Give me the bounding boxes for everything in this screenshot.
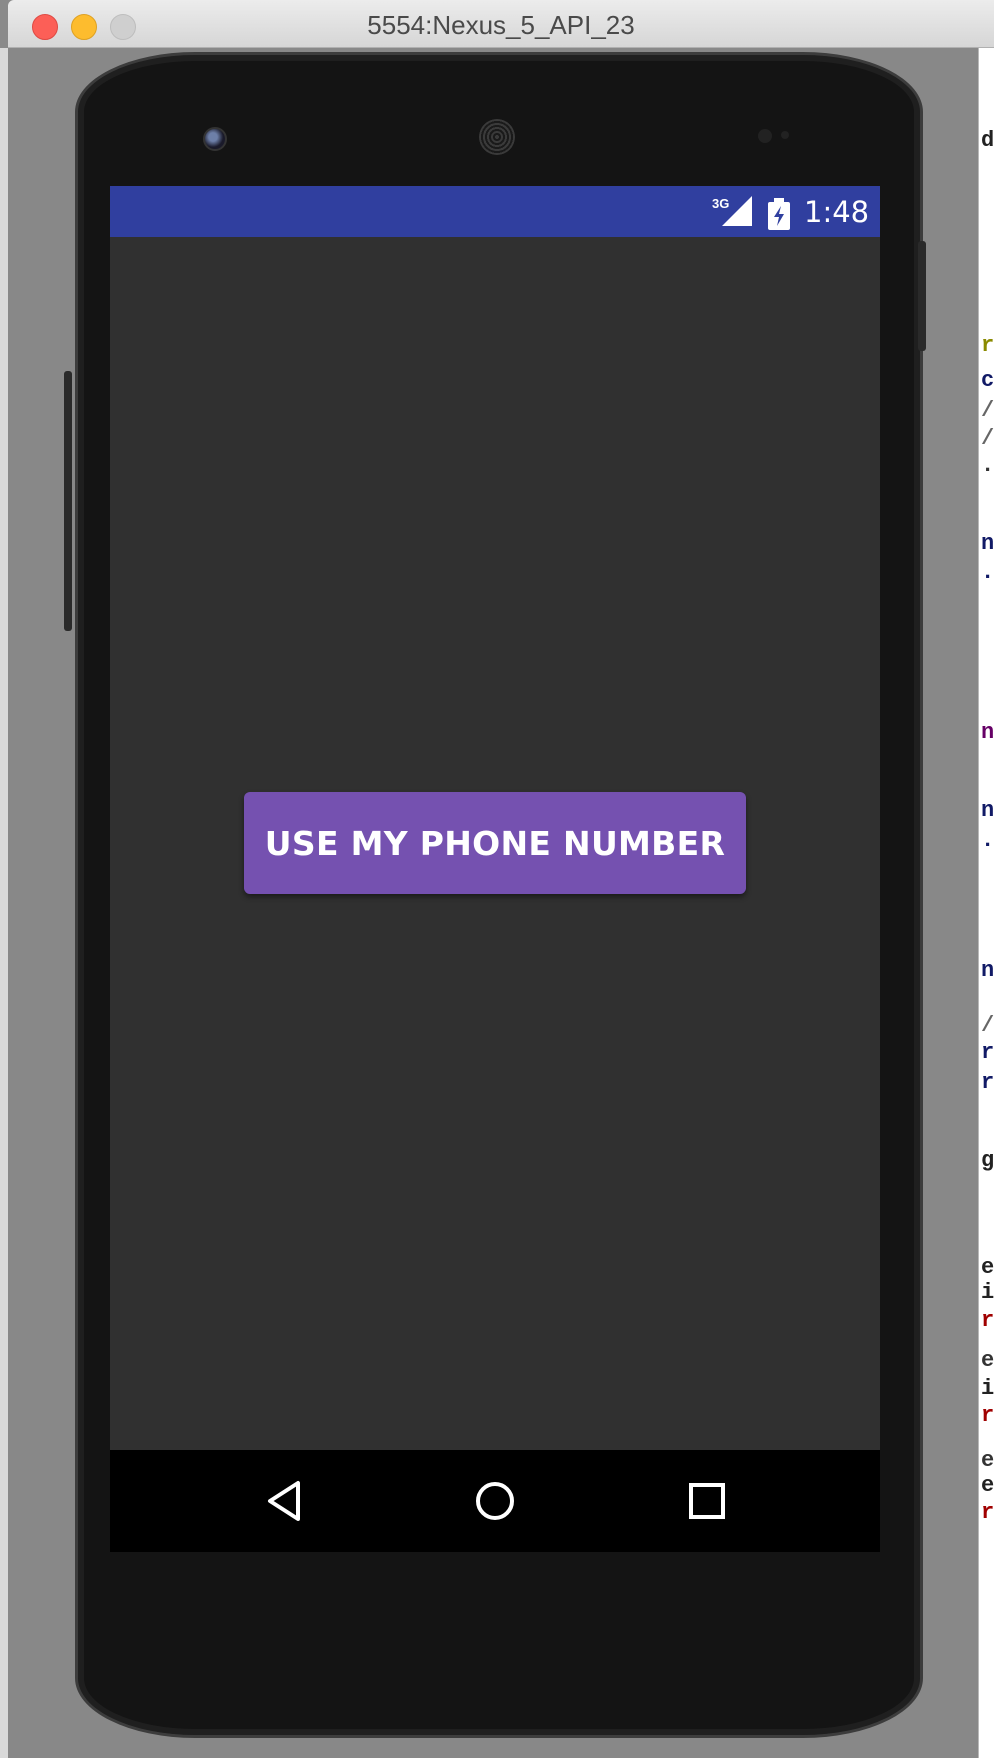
signal-strength-icon <box>722 196 752 226</box>
ide-left-edge <box>0 48 8 1758</box>
code-line: r <box>981 333 994 358</box>
code-line: nF <box>981 720 994 745</box>
code-editor-glimpse: drc//.cnt.fnFnt.fnt/ririgerirfe_irfe_err… <box>978 48 994 1758</box>
code-line: nt <box>981 958 994 983</box>
device-screen: 3G 1:48 USE MY PHONE NUMBER <box>110 186 880 1552</box>
code-line: .c <box>981 453 994 478</box>
code-line: er <box>981 1255 994 1280</box>
proximity-sensor-icon <box>758 129 772 143</box>
code-line: i <box>981 1280 994 1305</box>
navigation-bar <box>110 1450 880 1552</box>
recents-icon[interactable] <box>682 1476 732 1526</box>
code-line: ri <box>981 1070 994 1095</box>
code-line: .f <box>981 560 994 585</box>
power-button <box>918 241 926 351</box>
home-icon[interactable] <box>470 1476 520 1526</box>
battery-charging-icon <box>768 198 790 230</box>
code-line: ri <box>981 1040 994 1065</box>
code-line: er <box>981 1473 994 1498</box>
front-camera-icon <box>203 127 227 151</box>
use-my-phone-number-button[interactable]: USE MY PHONE NUMBER <box>244 792 746 894</box>
code-line: e_ <box>981 1348 994 1373</box>
code-line: / <box>981 398 994 423</box>
code-line: i <box>981 1376 994 1401</box>
code-line: g <box>981 1148 994 1173</box>
status-bar: 3G 1:48 <box>110 186 880 237</box>
speaker-icon <box>479 119 515 155</box>
code-line: nt <box>981 531 994 556</box>
code-line: .f <box>981 828 994 853</box>
volume-button <box>64 371 72 631</box>
code-line: e_ <box>981 1448 994 1473</box>
code-line: rf <box>981 1308 994 1333</box>
code-line: / <box>981 426 994 451</box>
code-line: rf <box>981 1500 994 1525</box>
code-line: nt <box>981 798 994 823</box>
back-icon[interactable] <box>262 1476 312 1526</box>
code-line: rf <box>981 1403 994 1428</box>
light-sensor-icon <box>781 131 789 139</box>
app-content: USE MY PHONE NUMBER <box>110 237 880 1450</box>
code-line: / <box>981 1013 994 1038</box>
window-titlebar: 5554:Nexus_5_API_23 <box>8 0 994 48</box>
code-line: d <box>981 128 994 153</box>
status-clock: 1:48 <box>804 195 870 229</box>
code-line: c <box>981 368 994 393</box>
window-title: 5554:Nexus_5_API_23 <box>367 10 635 40</box>
